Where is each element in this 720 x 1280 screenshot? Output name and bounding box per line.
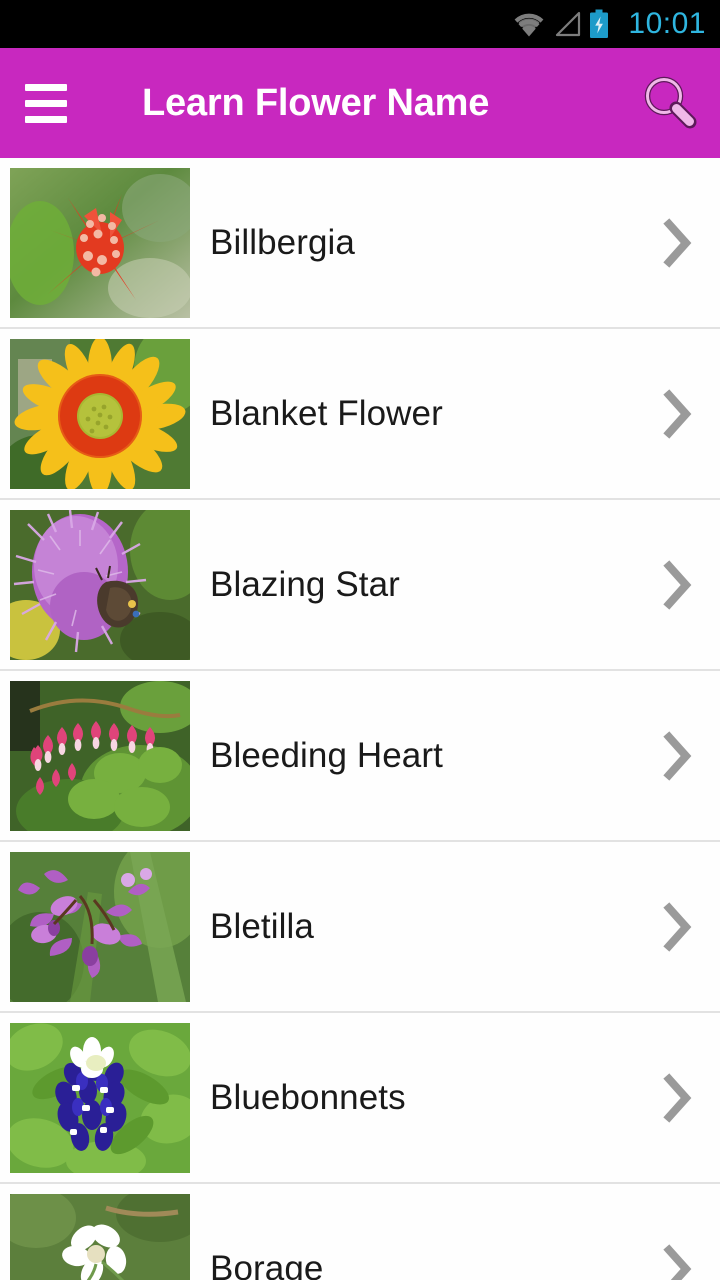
list-item[interactable]: Billbergia <box>0 158 720 329</box>
bluebonnets-thumbnail <box>10 1022 190 1173</box>
search-icon <box>644 76 697 129</box>
list-item[interactable]: Blanket Flower <box>0 329 720 500</box>
chevron-right-icon[interactable] <box>642 555 712 615</box>
list-item[interactable]: Bluebonnets <box>0 1013 720 1184</box>
list-item-label: Blanket Flower <box>210 393 443 433</box>
borage-thumbnail <box>10 1193 190 1280</box>
bleeding-heart-thumbnail <box>10 680 190 831</box>
status-bar-clock: 10:01 <box>628 7 706 40</box>
list-item-label: Blazing Star <box>210 564 400 604</box>
status-bar: 10:01 <box>0 0 720 48</box>
list-item[interactable]: Bleeding Heart <box>0 671 720 842</box>
app-screen: 10:01 Learn Flower Name Billbergia Blank… <box>0 0 720 1280</box>
list-item[interactable]: Blazing Star <box>0 500 720 671</box>
hamburger-icon-bar-2 <box>25 99 67 107</box>
signal-icon <box>556 11 581 37</box>
bletilla-thumbnail <box>10 851 190 1002</box>
battery-charging-icon <box>590 9 609 38</box>
chevron-right-icon[interactable] <box>642 1068 712 1128</box>
app-bar: Learn Flower Name <box>0 48 720 158</box>
list-item-label: Bluebonnets <box>210 1077 406 1117</box>
search-button[interactable] <box>630 63 710 143</box>
list-item-label: Borage <box>210 1248 324 1280</box>
list-item-label: Bleeding Heart <box>210 735 443 775</box>
billbergia-thumbnail <box>10 167 190 318</box>
status-bar-icons: 10:01 <box>512 9 706 39</box>
chevron-right-icon[interactable] <box>642 1239 712 1280</box>
wifi-icon <box>515 13 544 37</box>
flower-list[interactable]: Billbergia Blanket Flower Blazing Star B… <box>0 158 720 1280</box>
chevron-right-icon[interactable] <box>642 726 712 786</box>
list-item[interactable]: Bletilla <box>0 842 720 1013</box>
list-item-label: Bletilla <box>210 906 314 946</box>
list-item[interactable]: Borage <box>0 1184 720 1280</box>
page-title: Learn Flower Name <box>142 81 490 124</box>
blanket-flower-thumbnail <box>10 338 190 489</box>
hamburger-icon-bar-3 <box>25 115 67 123</box>
hamburger-menu-button[interactable] <box>0 48 92 158</box>
list-item-label: Billbergia <box>210 222 355 262</box>
hamburger-icon-bar-1 <box>25 83 67 91</box>
chevron-right-icon[interactable] <box>642 213 712 273</box>
chevron-right-icon[interactable] <box>642 384 712 444</box>
blazing-star-thumbnail <box>10 509 190 660</box>
chevron-right-icon[interactable] <box>642 897 712 957</box>
